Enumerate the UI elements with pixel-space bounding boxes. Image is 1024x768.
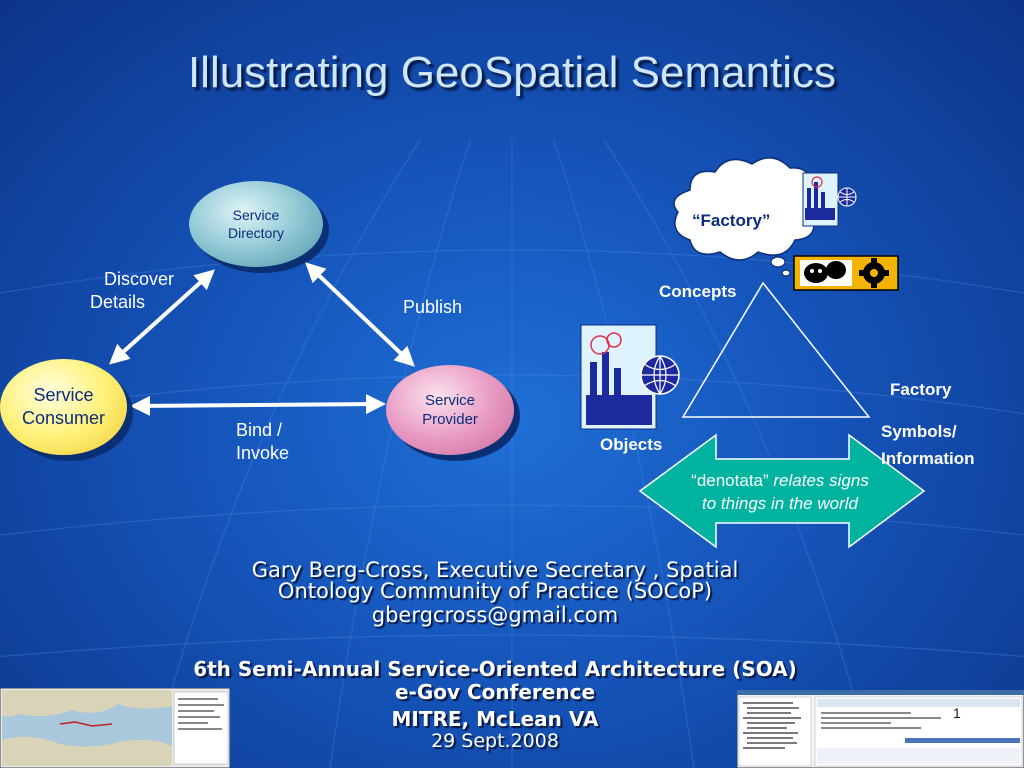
large-factory-globe-icon xyxy=(580,324,680,430)
concepts-label: Concepts xyxy=(659,282,737,301)
author-block: Gary Berg-Cross, Executive Secretary , S… xyxy=(170,560,820,626)
application-thumbnail xyxy=(737,690,1024,768)
theater-masks-gear-icon xyxy=(793,255,899,291)
factory-thought-text: “Factory” xyxy=(692,211,771,230)
factory-symbol-word: Factory xyxy=(890,380,952,399)
conference-line1: 6th Semi-Annual Service-Oriented Archite… xyxy=(193,657,797,681)
denotata-text: “denotata” relates signs to things in th… xyxy=(691,471,869,513)
slide-number: 1 xyxy=(953,705,961,721)
objects-label: Objects xyxy=(600,435,663,454)
author-line2: Ontology Community of Practice (SOCoP) xyxy=(277,579,713,603)
small-factory-globe-icon xyxy=(802,172,857,227)
author-email: gbergcross@gmail.com xyxy=(371,603,619,627)
symbols-information-label: Symbols/ Information xyxy=(881,422,975,469)
map-thumbnail xyxy=(0,688,230,768)
semiotic-triangle xyxy=(681,281,871,418)
semiotic-graphics xyxy=(580,157,926,549)
